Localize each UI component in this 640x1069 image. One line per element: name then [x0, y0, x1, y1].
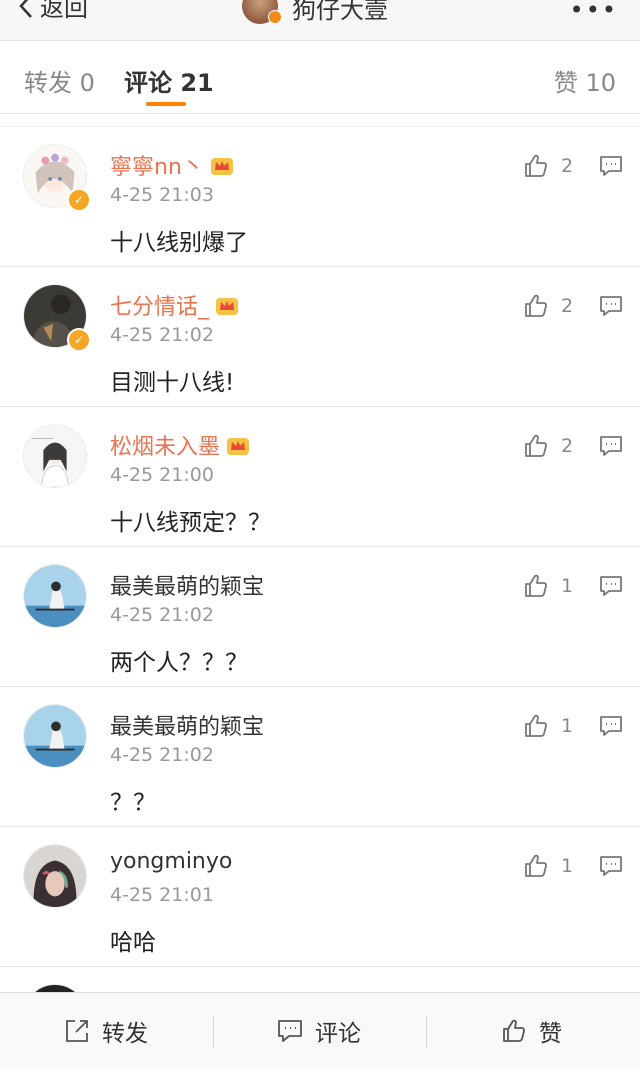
vip-crown-icon	[227, 438, 250, 455]
reply-icon[interactable]	[599, 435, 623, 457]
back-button[interactable]: 返回	[18, 0, 88, 23]
like-count: 1	[561, 715, 574, 737]
avatar[interactable]	[23, 844, 87, 908]
tab-bar: 转发 0 评论 21 赞 10	[0, 41, 640, 114]
page-title: 狗仔大壹	[292, 0, 388, 24]
comment-author[interactable]: yongminyo	[110, 849, 232, 874]
comment-text: 哈哈	[110, 930, 156, 956]
reply-icon[interactable]	[599, 855, 623, 877]
comment-author[interactable]: 松烟未入墨	[110, 429, 250, 461]
like-button[interactable]: 1	[523, 713, 573, 739]
reply-icon[interactable]	[599, 155, 623, 177]
reply-icon[interactable]	[599, 715, 623, 737]
like-button[interactable]: 2	[523, 433, 573, 459]
divider	[213, 1015, 214, 1049]
top-nav: 返回 狗仔大壹 •••	[0, 0, 640, 41]
thumbs-up-icon	[525, 574, 547, 597]
comment-author[interactable]: 最美最萌的颖宝	[110, 709, 264, 741]
comment-item: ✓ 寧寧nn丶 4-25 21:03 十八线别爆了 2	[0, 127, 640, 267]
more-options-button[interactable]: •••	[570, 0, 618, 24]
comment-button[interactable]: 评论	[277, 993, 361, 1069]
comment-label: 评论	[315, 1021, 361, 1047]
verified-icon: ✓	[67, 328, 91, 352]
share-icon	[66, 1020, 88, 1042]
thumbs-up-icon	[525, 854, 547, 877]
vip-crown-icon	[216, 298, 239, 315]
comment-text: 两个人？？？	[110, 650, 248, 676]
like-count: 2	[561, 295, 574, 317]
comment-time: 4-25 21:03	[110, 184, 214, 206]
comment-text: ？？	[110, 790, 156, 816]
comment-item: 松烟未入墨 4-25 21:00 十八线预定？？ 2	[0, 407, 640, 547]
vip-crown-icon	[210, 158, 233, 175]
comment-text: 目测十八线!	[110, 370, 235, 396]
avatar[interactable]	[23, 704, 87, 768]
thumbs-up-icon	[503, 1019, 525, 1042]
like-count: 2	[561, 435, 574, 457]
active-tab-indicator	[146, 102, 186, 106]
comment-item	[0, 967, 640, 993]
like-button[interactable]: 2	[523, 153, 573, 179]
comment-list[interactable]: ✓ 寧寧nn丶 4-25 21:03 十八线别爆了 2 ✓ 七分情话_ 4-25…	[0, 126, 640, 993]
comment-time: 4-25 21:02	[110, 324, 214, 346]
repost-button[interactable]: 转发	[64, 993, 148, 1069]
reply-icon[interactable]	[599, 575, 623, 597]
comment-author[interactable]: 七分情话_	[110, 289, 239, 321]
thumbs-up-icon	[525, 434, 547, 457]
reply-icon[interactable]	[599, 295, 623, 317]
tab-comment[interactable]: 评论 21	[124, 63, 214, 98]
like-label: 赞	[539, 1021, 562, 1047]
like-button[interactable]: 赞	[501, 993, 562, 1069]
comment-time: 4-25 21:02	[110, 604, 214, 626]
comment-item: 最美最萌的颖宝 4-25 21:02 ？？ 1	[0, 687, 640, 827]
comment-author[interactable]: 寧寧nn丶	[110, 149, 234, 181]
chevron-left-icon	[19, 0, 32, 18]
like-count: 1	[561, 855, 574, 877]
tab-repost[interactable]: 转发 0	[24, 63, 95, 98]
avatar[interactable]	[23, 564, 87, 628]
comment-icon	[278, 1020, 302, 1042]
divider	[426, 1015, 427, 1049]
like-count: 1	[561, 575, 574, 597]
bottom-action-bar: 转发 评论 赞	[0, 992, 640, 1069]
comment-time: 4-25 21:01	[110, 884, 214, 906]
comment-text: 十八线别爆了	[110, 230, 248, 256]
tab-like[interactable]: 赞 10	[554, 63, 616, 98]
like-button[interactable]: 1	[523, 573, 573, 599]
verified-badge-icon	[268, 10, 282, 24]
thumbs-up-icon	[525, 154, 547, 177]
comment-item: yongminyo 4-25 21:01 哈哈 1	[0, 827, 640, 967]
comment-author[interactable]: 最美最萌的颖宝	[110, 569, 264, 601]
thumbs-up-icon	[525, 714, 547, 737]
thumbs-up-icon	[525, 294, 547, 317]
comment-text: 十八线预定？？	[110, 510, 271, 536]
repost-label: 转发	[102, 1021, 148, 1047]
comment-item: 最美最萌的颖宝 4-25 21:02 两个人？？？ 1	[0, 547, 640, 687]
like-count: 2	[561, 155, 574, 177]
comment-time: 4-25 21:02	[110, 744, 214, 766]
back-label: 返回	[40, 0, 88, 22]
verified-icon: ✓	[67, 188, 91, 212]
comment-item: ✓ 七分情话_ 4-25 21:02 目测十八线! 2	[0, 267, 640, 407]
avatar[interactable]	[23, 424, 87, 488]
comment-time: 4-25 21:00	[110, 464, 214, 486]
like-button[interactable]: 1	[523, 853, 573, 879]
like-button[interactable]: 2	[523, 293, 573, 319]
